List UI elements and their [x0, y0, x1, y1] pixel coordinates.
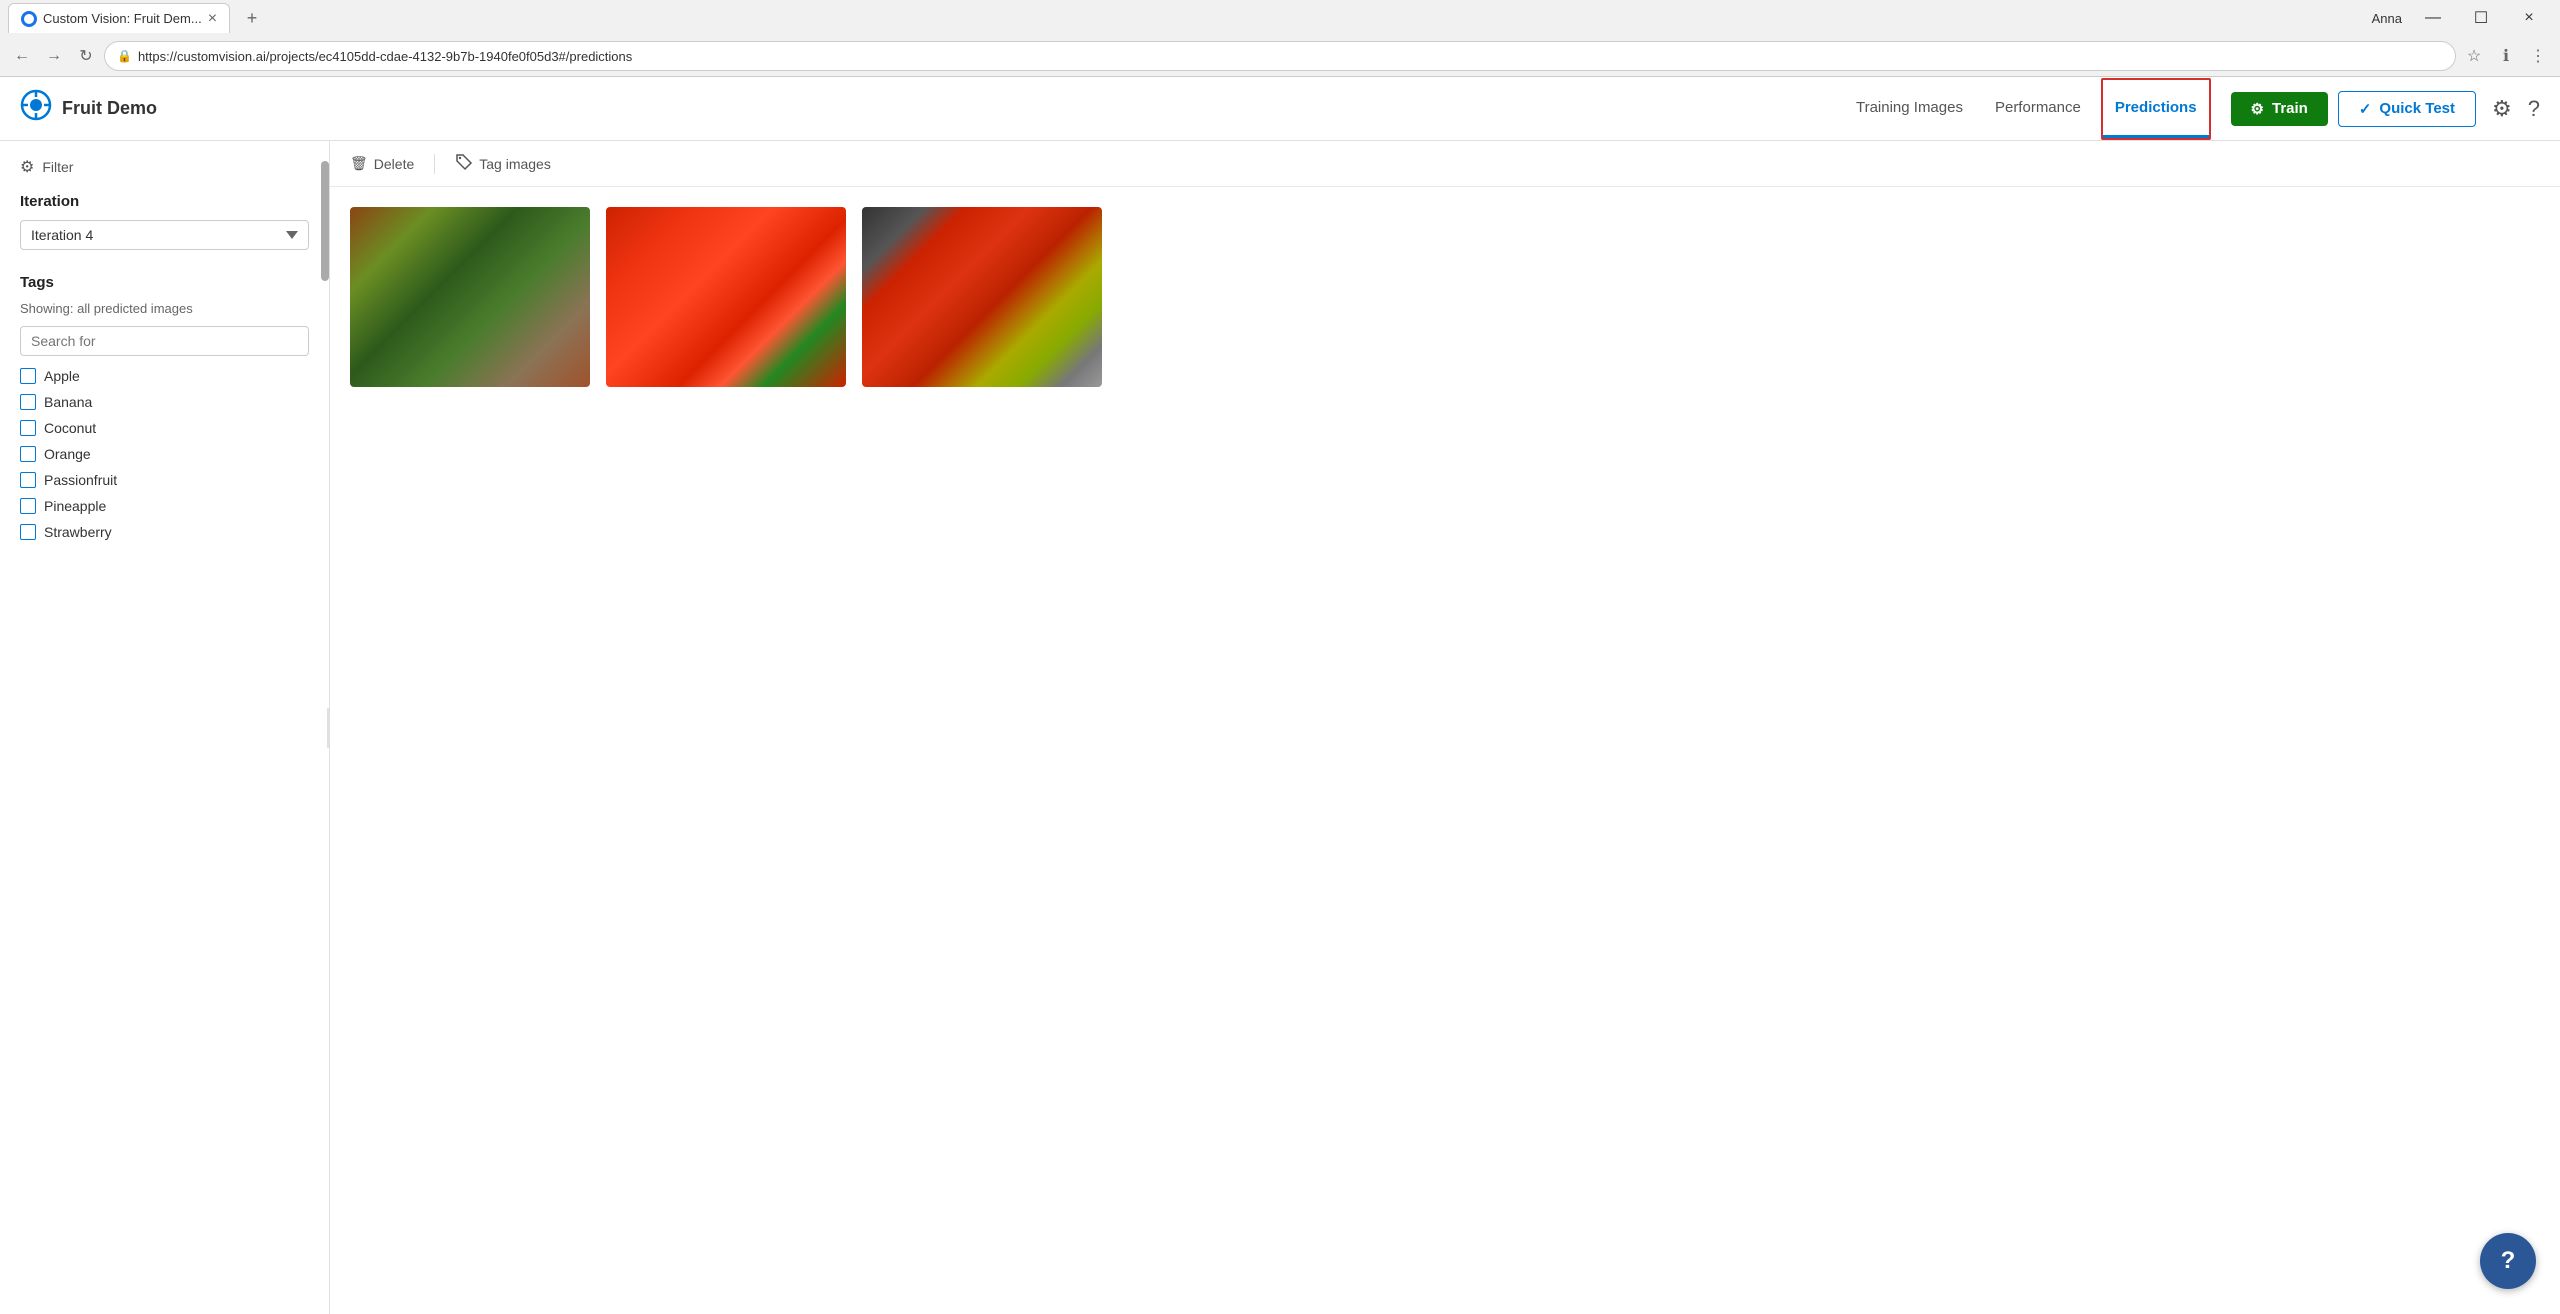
- tab-title: Custom Vision: Fruit Dem...: [43, 11, 202, 26]
- help-icon[interactable]: ?: [2528, 96, 2540, 122]
- toolbar-separator: [434, 154, 435, 174]
- address-bar[interactable]: 🔒 https://customvision.ai/projects/ec410…: [104, 41, 2456, 71]
- tag-item-pineapple[interactable]: Pineapple: [20, 498, 309, 514]
- tag-label-strawberry: Strawberry: [44, 524, 112, 540]
- tab-close-button[interactable]: ×: [208, 10, 217, 28]
- tag-item-apple[interactable]: Apple: [20, 368, 309, 384]
- tag-label-coconut: Coconut: [44, 420, 96, 436]
- browser-chrome: Custom Vision: Fruit Dem... × + Anna — ☐…: [0, 0, 2560, 77]
- tags-subtitle: Showing: all predicted images: [20, 301, 309, 316]
- delete-action[interactable]: 🗑 Delete: [350, 155, 414, 172]
- filter-section[interactable]: ⚙ Filter: [20, 157, 309, 177]
- tab-favicon: [21, 11, 37, 27]
- tag-checkbox-strawberry[interactable]: [20, 524, 36, 540]
- window-controls: — ☐ ×: [2410, 3, 2552, 33]
- image-card-strawberry[interactable]: [606, 207, 846, 387]
- train-icon: ⚙: [2251, 100, 2264, 118]
- iteration-select[interactable]: Iteration 4 Iteration 3 Iteration 2 Iter…: [20, 220, 309, 250]
- main-layout: ⚙ Filter Iteration Iteration 4 Iteration…: [0, 141, 2560, 1314]
- address-url: https://customvision.ai/projects/ec4105d…: [138, 49, 2443, 64]
- forward-button[interactable]: →: [40, 42, 68, 70]
- sidebar: ⚙ Filter Iteration Iteration 4 Iteration…: [0, 141, 330, 1314]
- images-grid: [330, 187, 2560, 407]
- nav-predictions[interactable]: Predictions: [2103, 80, 2209, 138]
- tag-item-passionfruit[interactable]: Passionfruit: [20, 472, 309, 488]
- settings-icon[interactable]: ⚙: [2492, 96, 2512, 122]
- quick-test-button[interactable]: ✓ Quick Test: [2338, 91, 2476, 127]
- tags-section: Tags Showing: all predicted images Apple…: [20, 274, 309, 540]
- tag-checkbox-passionfruit[interactable]: [20, 472, 36, 488]
- app-logo: Fruit Demo: [20, 89, 157, 128]
- checkmark-icon: ✓: [2359, 100, 2372, 118]
- content-area: 🗑 Delete Tag images: [330, 141, 2560, 1314]
- back-button[interactable]: ←: [8, 42, 36, 70]
- sidebar-collapse-button[interactable]: ‹: [327, 708, 330, 748]
- tag-label-banana: Banana: [44, 394, 92, 410]
- browser-tab[interactable]: Custom Vision: Fruit Dem... ×: [8, 3, 230, 33]
- app-header: Fruit Demo Training Images Performance P…: [0, 77, 2560, 141]
- help-bubble-button[interactable]: ?: [2480, 1233, 2536, 1289]
- tag-item-orange[interactable]: Orange: [20, 446, 309, 462]
- tag-item-coconut[interactable]: Coconut: [20, 420, 309, 436]
- tag-checkbox-coconut[interactable]: [20, 420, 36, 436]
- nav-performance[interactable]: Performance: [1979, 77, 2097, 141]
- tag-checkbox-orange[interactable]: [20, 446, 36, 462]
- tag-label-apple: Apple: [44, 368, 80, 384]
- tag-item-strawberry[interactable]: Strawberry: [20, 524, 309, 540]
- bookmark-button[interactable]: ☆: [2460, 42, 2488, 70]
- tag-label-pineapple: Pineapple: [44, 498, 106, 514]
- content-toolbar: 🗑 Delete Tag images: [330, 141, 2560, 187]
- app-title: Fruit Demo: [62, 98, 157, 119]
- image-card-pineapple[interactable]: [350, 207, 590, 387]
- app-logo-icon: [20, 89, 52, 128]
- delete-icon: 🗑: [350, 155, 368, 172]
- image-card-apple[interactable]: [862, 207, 1102, 387]
- filter-icon: ⚙: [20, 157, 34, 177]
- new-tab-button[interactable]: +: [238, 4, 266, 32]
- tag-icon: [455, 153, 473, 174]
- tag-checkbox-banana[interactable]: [20, 394, 36, 410]
- close-button[interactable]: ×: [2506, 3, 2552, 33]
- tag-label-orange: Orange: [44, 446, 91, 462]
- nav-predictions-wrapper: Predictions: [2101, 78, 2211, 140]
- sidebar-scrollbar[interactable]: [321, 161, 329, 281]
- browser-toolbar-actions: ☆ ℹ ⋮: [2460, 42, 2552, 70]
- browser-titlebar: Custom Vision: Fruit Dem... × + Anna — ☐…: [0, 0, 2560, 36]
- browser-toolbar: ← → ↻ 🔒 https://customvision.ai/projects…: [0, 36, 2560, 76]
- refresh-button[interactable]: ↻: [72, 42, 100, 70]
- tags-search-input[interactable]: [20, 326, 309, 356]
- tag-checkbox-pineapple[interactable]: [20, 498, 36, 514]
- menu-button[interactable]: ⋮: [2524, 42, 2552, 70]
- tag-label-passionfruit: Passionfruit: [44, 472, 117, 488]
- tag-images-action[interactable]: Tag images: [455, 153, 551, 174]
- secure-icon: 🔒: [117, 49, 132, 63]
- app-nav: Training Images Performance Predictions: [1840, 77, 2215, 141]
- tag-checkbox-apple[interactable]: [20, 368, 36, 384]
- iteration-title: Iteration: [20, 193, 309, 210]
- maximize-button[interactable]: ☐: [2458, 3, 2504, 33]
- nav-training-images[interactable]: Training Images: [1840, 77, 1979, 141]
- train-button[interactable]: ⚙ Train: [2231, 92, 2328, 126]
- tags-title: Tags: [20, 274, 309, 291]
- user-name: Anna: [2372, 11, 2402, 26]
- minimize-button[interactable]: —: [2410, 3, 2456, 33]
- info-button[interactable]: ℹ: [2492, 42, 2520, 70]
- tag-item-banana[interactable]: Banana: [20, 394, 309, 410]
